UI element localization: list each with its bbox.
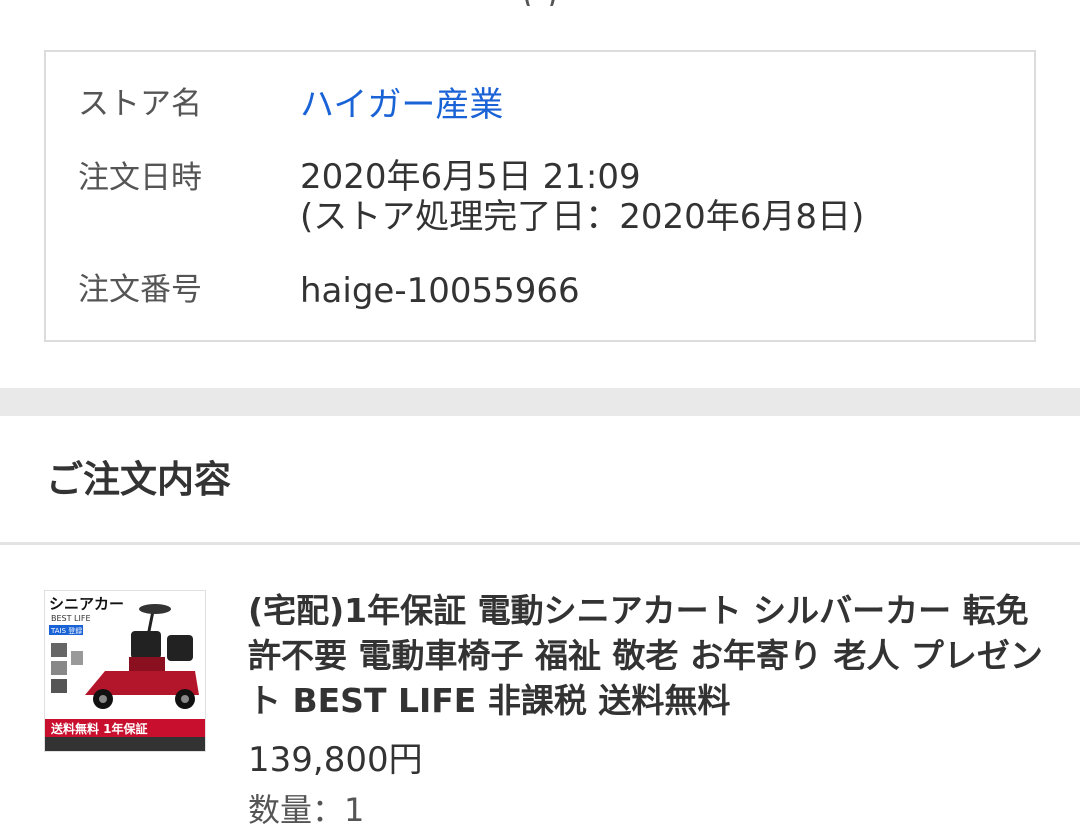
thumbnail-heading: シニアカー [49, 595, 124, 613]
order-contents-heading: ご注文内容 [46, 458, 231, 501]
product-title-link[interactable]: (宅配)1年保証 電動シニアカート シルバーカー 転免許不要 電動車椅子 福祉 … [248, 588, 1048, 723]
product-price: 139,800円 [248, 740, 423, 780]
section-separator-band [0, 388, 1080, 416]
product-thumbnail[interactable]: シニアカー BEST LIFE TAIS 登録 送料無料 1年保証 [44, 590, 206, 752]
store-label: ストア名 [78, 86, 202, 122]
order-date-value: 2020年6月5日 21:09 [300, 157, 641, 197]
thumbnail-badge: TAIS 登録 [50, 626, 82, 635]
order-number-label: 注文番号 [78, 272, 202, 308]
order-number-value: haige-10055966 [300, 271, 580, 311]
store-processed-date: (ストア処理完了日：2020年6月8日) [300, 197, 865, 237]
store-name-link[interactable]: ハイガー産業 [300, 86, 503, 124]
product-image: シニアカー BEST LIFE TAIS 登録 送料無料 1年保証 [45, 591, 205, 751]
previous-section-edge: ( ) [0, 0, 1080, 6]
thumbnail-sub: BEST LIFE [51, 614, 91, 623]
product-quantity: 数量：1 [248, 791, 365, 829]
divider [0, 542, 1080, 545]
order-info-box: ストア名 ハイガー産業 注文日時 2020年6月5日 21:09 (ストア処理完… [44, 50, 1036, 342]
order-date-label: 注文日時 [78, 160, 202, 196]
thumbnail-banner: 送料無料 1年保証 [50, 721, 148, 736]
